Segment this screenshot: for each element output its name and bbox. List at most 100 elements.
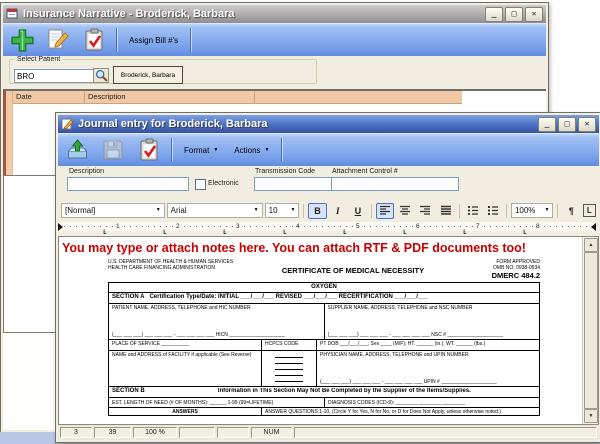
justify-icon — [440, 205, 452, 216]
bullet-list-icon — [467, 205, 479, 216]
bold-button[interactable]: B — [308, 203, 326, 219]
align-right-button[interactable] — [416, 203, 434, 219]
select-patient-label: Select Patient — [14, 56, 63, 63]
align-center-button[interactable] — [396, 203, 414, 219]
edit-narrative-button[interactable] — [42, 26, 74, 54]
new-narrative-button[interactable] — [6, 26, 38, 54]
agency-line-2: HEALTH CARE FINANCING ADMINISTRATION — [108, 265, 258, 271]
journal-caption-buttons: _ □ ✕ — [538, 117, 596, 132]
insurance-title-bar[interactable]: Insurance Narrative - Broderick, Barbara… — [3, 5, 546, 23]
electronic-checkbox[interactable] — [195, 179, 206, 190]
blank-line — [275, 363, 303, 364]
book-icon — [6, 8, 19, 20]
description-input[interactable] — [67, 177, 189, 191]
desktop: Insurance Narrative - Broderick, Barbara… — [0, 0, 600, 444]
minimize-button[interactable]: _ — [538, 117, 556, 132]
supplier-label: SUPPLIER NAME, ADDRESS, TELEPHONE and NS… — [328, 305, 537, 311]
transmission-code-input[interactable] — [254, 177, 333, 191]
close-button[interactable]: ✕ — [525, 7, 543, 22]
journal-entry-window: Journal entry for Broderick, Barbara _ □… — [55, 112, 600, 443]
ruler-number: 1 — [115, 222, 121, 231]
actions-menu[interactable]: Actions ▼ — [228, 139, 275, 161]
format-separator — [371, 204, 372, 218]
minimize-button[interactable]: _ — [485, 7, 503, 22]
section-b-row: SECTION B Information in This Section Ma… — [109, 386, 539, 397]
ruler-left-margin-marker[interactable] — [58, 223, 63, 231]
grid-column-date[interactable]: Date — [13, 91, 85, 103]
section-b-text: Information in This Section May Not Be C… — [153, 388, 536, 395]
blank-line — [275, 369, 303, 370]
journal-window-title: Journal entry for Broderick, Barbara — [78, 118, 534, 130]
description-label: Description — [69, 168, 104, 175]
chevron-down-icon: ▼ — [265, 148, 270, 153]
blank-line — [275, 357, 303, 358]
style-select[interactable]: [Normal] ▼ — [61, 203, 165, 218]
insurance-window-title: Insurance Narrative - Broderick, Barbara — [23, 8, 481, 20]
underline-button[interactable]: U — [349, 203, 367, 219]
font-select[interactable]: Arial ▼ — [167, 203, 263, 218]
chevron-down-icon: ▼ — [544, 208, 549, 213]
toolbar-separator — [281, 138, 282, 162]
maximize-button[interactable]: □ — [558, 117, 576, 132]
form-number: DMERC 484.2 — [448, 271, 540, 280]
zoom-value: 100% — [515, 206, 535, 215]
attachment-control-input[interactable] — [331, 177, 459, 191]
numbered-list-button[interactable] — [484, 203, 502, 219]
zoom-select[interactable]: 100% ▼ — [511, 203, 553, 218]
journal-title-bar[interactable]: Journal entry for Broderick, Barbara _ □… — [58, 115, 599, 133]
scroll-up-button[interactable]: ▲ — [584, 238, 598, 252]
attachment-control-label: Attachment Control # — [332, 168, 398, 175]
vertical-scrollbar[interactable]: ▲ ▼ — [582, 237, 598, 424]
physician-label: PHYSICIAN NAME, ADDRESS, TELEPHONE and U… — [320, 352, 536, 358]
layout-button[interactable]: L — [583, 204, 596, 217]
electronic-label: Electronic — [208, 180, 239, 187]
bullet-list-button[interactable] — [464, 203, 482, 219]
format-separator — [303, 204, 304, 218]
pencil-note-icon — [61, 118, 74, 130]
scrollbar-thumb[interactable] — [584, 252, 598, 409]
section-a-row: SECTION A Certification Type/Date: INITI… — [109, 292, 539, 303]
ruler[interactable]: 1 2 3 4 5 6 7 8 L L L L L L L L — [58, 221, 599, 236]
font-size-select[interactable]: 10 ▼ — [265, 203, 300, 218]
chevron-down-icon: ▼ — [156, 208, 161, 213]
diagnosis-codes: DIAGNOSIS CODES (ICD-9): ________ ______… — [324, 398, 539, 407]
justify-button[interactable] — [437, 203, 455, 219]
close-button[interactable]: ✕ — [578, 117, 596, 132]
verify-entry-button[interactable] — [133, 136, 165, 164]
maximize-button[interactable]: □ — [505, 7, 523, 22]
grid-column-description[interactable]: Description — [85, 91, 255, 103]
italic-button[interactable]: I — [329, 203, 347, 219]
align-left-icon — [379, 205, 391, 216]
blank-line — [275, 375, 303, 376]
grid-row-selector-header — [6, 91, 13, 103]
scroll-down-button[interactable]: ▼ — [584, 409, 598, 423]
nsc-line: (___ ___ ___) ___ ___ ___ - ___ ___ ___ … — [328, 332, 538, 338]
align-center-icon — [399, 205, 411, 216]
chevron-down-icon: ▼ — [290, 208, 295, 213]
ruler-number: 5 — [355, 222, 361, 231]
patient-supplier-row: PATIENT NAME, ADDRESS, TELEPHONE and HIC… — [109, 303, 539, 339]
facility-physician-row: NAME and ADDRESS of FACILITY if applicab… — [109, 350, 539, 386]
save-button[interactable] — [97, 136, 129, 164]
format-separator — [557, 204, 558, 218]
status-cell-blank — [179, 427, 215, 438]
ruler-right-margin-marker[interactable] — [591, 223, 596, 231]
clipboard-check-icon — [138, 138, 161, 162]
attach-file-button[interactable] — [61, 136, 93, 164]
format-separator — [506, 204, 507, 218]
patient-search-input[interactable] — [14, 69, 94, 83]
assign-bill-numbers-button[interactable]: Assign Bill #'s — [123, 33, 184, 48]
selected-patient-button[interactable]: Broderick, Barbara — [113, 66, 183, 84]
ruler-number: 7 — [475, 222, 481, 231]
paragraph-marks-button[interactable]: ¶ — [562, 203, 580, 219]
status-cell-blank — [217, 427, 249, 438]
verify-narrative-button[interactable] — [78, 26, 110, 54]
align-left-button[interactable] — [376, 203, 394, 219]
insurance-caption-buttons: _ □ ✕ — [485, 7, 543, 22]
format-menu[interactable]: Format ▼ — [178, 139, 224, 161]
patient-search-button[interactable] — [93, 68, 109, 83]
patient-cell: PATIENT NAME, ADDRESS, TELEPHONE and HIC… — [109, 304, 324, 339]
toolbar-separator — [116, 28, 117, 52]
document-editor[interactable]: You may type or attach notes here. You c… — [58, 236, 599, 425]
magnifier-icon — [95, 69, 108, 82]
